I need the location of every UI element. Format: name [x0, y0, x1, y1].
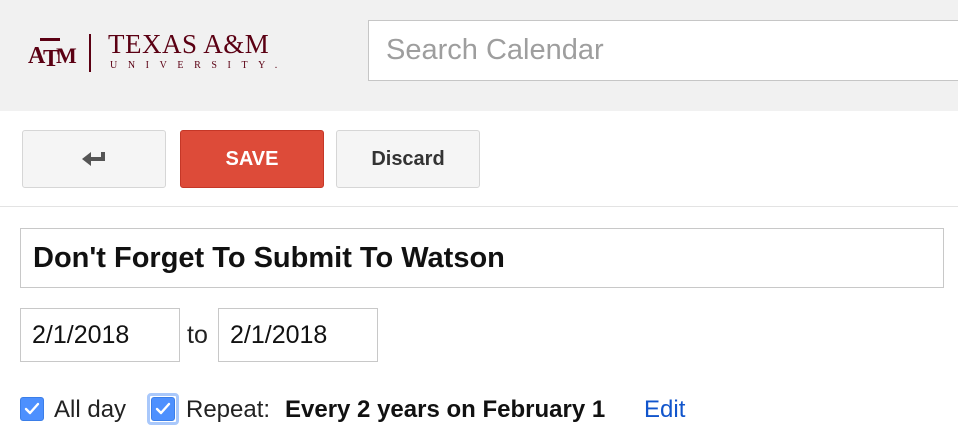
all-day-label: All day	[54, 396, 127, 423]
logo-subtitle: UNIVERSITY.	[110, 60, 288, 71]
checkmark-icon	[24, 402, 40, 415]
checkmark-icon	[155, 402, 171, 415]
discard-button[interactable]: Discard	[336, 130, 480, 188]
all-day-checkbox[interactable]	[20, 397, 44, 421]
save-button[interactable]: SAVE	[180, 130, 324, 188]
date-range-to-label: to	[187, 321, 208, 349]
repeat-label: Repeat:	[186, 396, 271, 423]
back-arrow-icon	[82, 152, 105, 166]
atm-logo-mark-icon: A T M	[28, 38, 77, 72]
repeat-checkbox[interactable]	[151, 397, 175, 421]
tamu-logo[interactable]: A T M TEXAS A&M UNIVERSITY.	[28, 26, 318, 76]
end-date-input[interactable]	[218, 308, 378, 362]
repeat-edit-link[interactable]: Edit	[644, 396, 685, 424]
logo-divider	[89, 34, 91, 72]
back-button[interactable]	[22, 130, 166, 188]
event-title-input[interactable]	[20, 228, 944, 288]
toolbar-divider	[0, 206, 958, 207]
svg-text:M: M	[56, 43, 77, 68]
start-date-input[interactable]	[20, 308, 180, 362]
app-header: A T M TEXAS A&M UNIVERSITY.	[0, 0, 958, 111]
repeat-summary: Every 2 years on February 1	[285, 396, 606, 423]
logo-title: TEXAS A&M	[108, 29, 270, 59]
search-input[interactable]	[368, 20, 958, 81]
